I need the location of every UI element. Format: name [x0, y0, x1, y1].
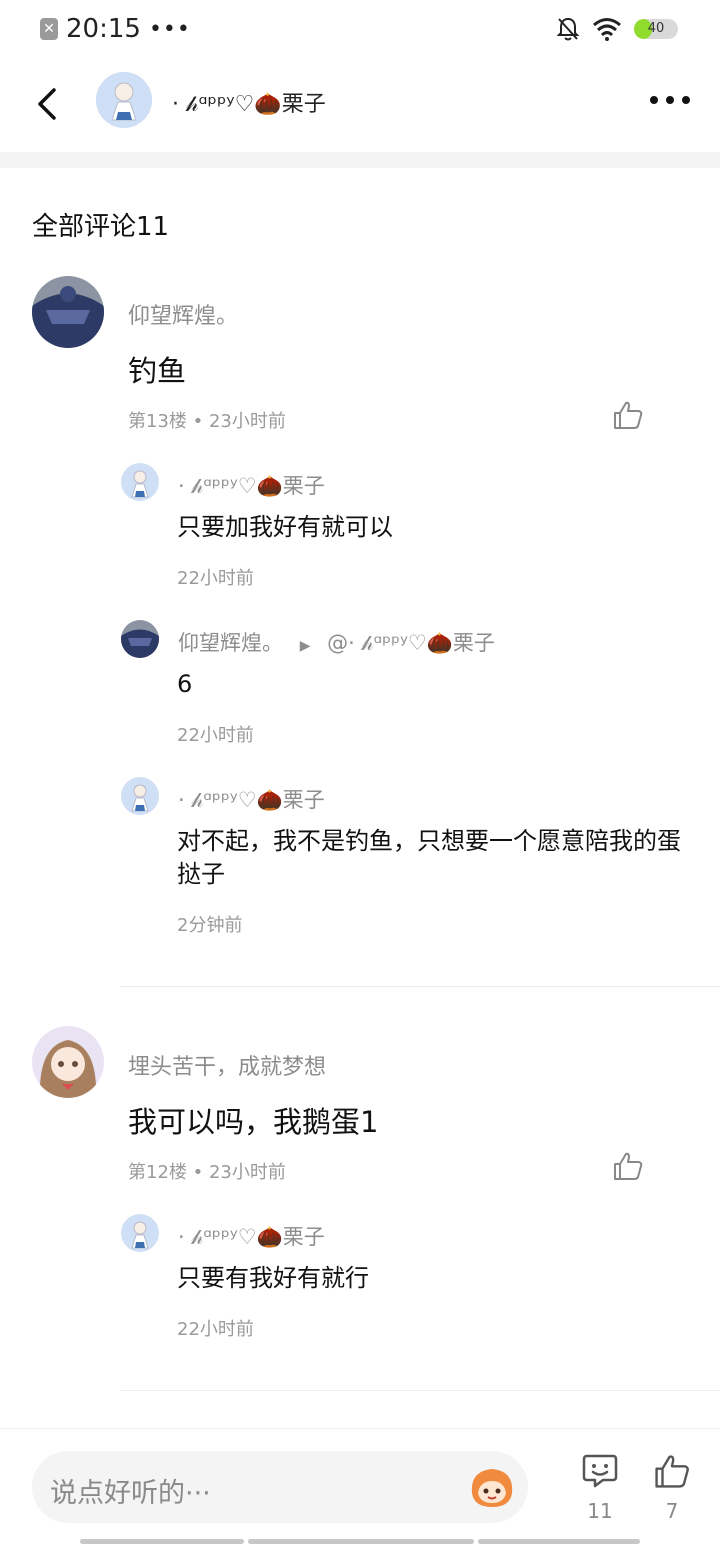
status-time: 20:15 — [66, 14, 141, 44]
reply-time: 22小时前 — [177, 1319, 254, 1340]
battery-icon: 40 — [634, 19, 678, 39]
meta-dot: • — [192, 411, 209, 432]
comment-input-placeholder: 说点好听的··· — [50, 1478, 211, 1509]
comment-bubble-icon[interactable] — [581, 1453, 619, 1489]
comment-time: 23小时前 — [208, 411, 286, 432]
reply-author-name[interactable]: · 𝒽ᵅᵖᵖʸ♡🌰栗子 — [178, 470, 325, 500]
thumbs-up-icon[interactable] — [653, 1453, 691, 1489]
mute-bell-icon — [556, 17, 580, 41]
wifi-icon — [593, 18, 621, 41]
header-divider — [0, 152, 720, 168]
meta-dot: • — [192, 1162, 209, 1183]
reply-time: 22小时前 — [177, 725, 254, 746]
scroll-indicator — [478, 1539, 640, 1544]
comment-meta: 第12楼 • 23小时前 — [128, 1158, 286, 1184]
more-options-icon[interactable] — [648, 92, 692, 108]
comment-count: 11 — [587, 1499, 613, 1523]
emoji-sticker-icon[interactable] — [466, 1463, 518, 1511]
scroll-indicator — [80, 1539, 244, 1544]
reply-target-name[interactable]: @· 𝒽ᵅᵖᵖʸ♡🌰栗子 — [327, 631, 495, 655]
commenter-avatar[interactable] — [32, 276, 104, 348]
reply-time: 2分钟前 — [177, 915, 243, 936]
reply-text: 对不起，我不是钓鱼，只想要一个愿意陪我的蛋挞子 — [177, 827, 681, 888]
comment-input[interactable]: 说点好听的··· — [32, 1451, 528, 1523]
floor-number: 第13楼 — [128, 411, 187, 432]
comment-meta: 第13楼 • 23小时前 — [128, 407, 286, 433]
like-icon[interactable] — [612, 400, 644, 430]
author-avatar[interactable] — [96, 72, 152, 128]
reply-author-name[interactable]: 仰望辉煌。 — [178, 631, 283, 655]
status-dots: ••• — [148, 16, 191, 42]
status-bar: ✕ 20:15 ••• 40 — [0, 0, 720, 58]
comment-time: 23小时前 — [208, 1162, 286, 1183]
reply-avatar[interactable] — [121, 463, 159, 501]
comment-separator — [120, 1390, 720, 1391]
reply-author-line: 仰望辉煌。 ▶ @· 𝒽ᵅᵖᵖʸ♡🌰栗子 — [178, 627, 495, 657]
reply-author-name[interactable]: · 𝒽ᵅᵖᵖʸ♡🌰栗子 — [178, 1221, 325, 1251]
reply-to-arrow-icon: ▶ — [299, 638, 311, 654]
top-nav: · 𝒽ᵅᵖᵖʸ♡🌰栗子 — [0, 58, 720, 152]
reply-avatar[interactable] — [121, 1214, 159, 1252]
bottom-bar: 说点好听的··· 11 7 — [0, 1428, 720, 1545]
battery-level: 40 — [647, 21, 665, 36]
commenter-name[interactable]: 仰望辉煌。 — [128, 298, 238, 330]
comment-text: 钓鱼 — [128, 354, 187, 388]
floor-number: 第12楼 — [128, 1162, 187, 1183]
reply-avatar[interactable] — [121, 620, 159, 658]
like-action[interactable] — [652, 1453, 692, 1493]
comment-text: 我可以吗，我鹅蛋1 — [128, 1105, 379, 1139]
comment-action[interactable] — [580, 1453, 620, 1493]
scroll-indicator — [248, 1539, 474, 1544]
comments-count-title: 全部评论11 — [32, 212, 170, 242]
reply-avatar[interactable] — [121, 777, 159, 815]
reply-text: 只要加我好有就可以 — [177, 513, 393, 541]
commenter-name[interactable]: 埋头苦干，成就梦想 — [128, 1049, 326, 1081]
reply-time: 22小时前 — [177, 568, 254, 589]
author-name[interactable]: · 𝒽ᵅᵖᵖʸ♡🌰栗子 — [172, 86, 326, 118]
reply-text: 6 — [177, 670, 193, 698]
like-count: 7 — [665, 1499, 679, 1523]
comment-separator — [120, 986, 720, 987]
back-arrow-icon[interactable] — [30, 84, 64, 124]
like-icon[interactable] — [612, 1151, 644, 1181]
commenter-avatar[interactable] — [32, 1026, 104, 1098]
notification-close-icon: ✕ — [40, 18, 58, 40]
reply-text: 只要有我好有就行 — [177, 1264, 369, 1292]
reply-author-name[interactable]: · 𝒽ᵅᵖᵖʸ♡🌰栗子 — [178, 784, 325, 814]
